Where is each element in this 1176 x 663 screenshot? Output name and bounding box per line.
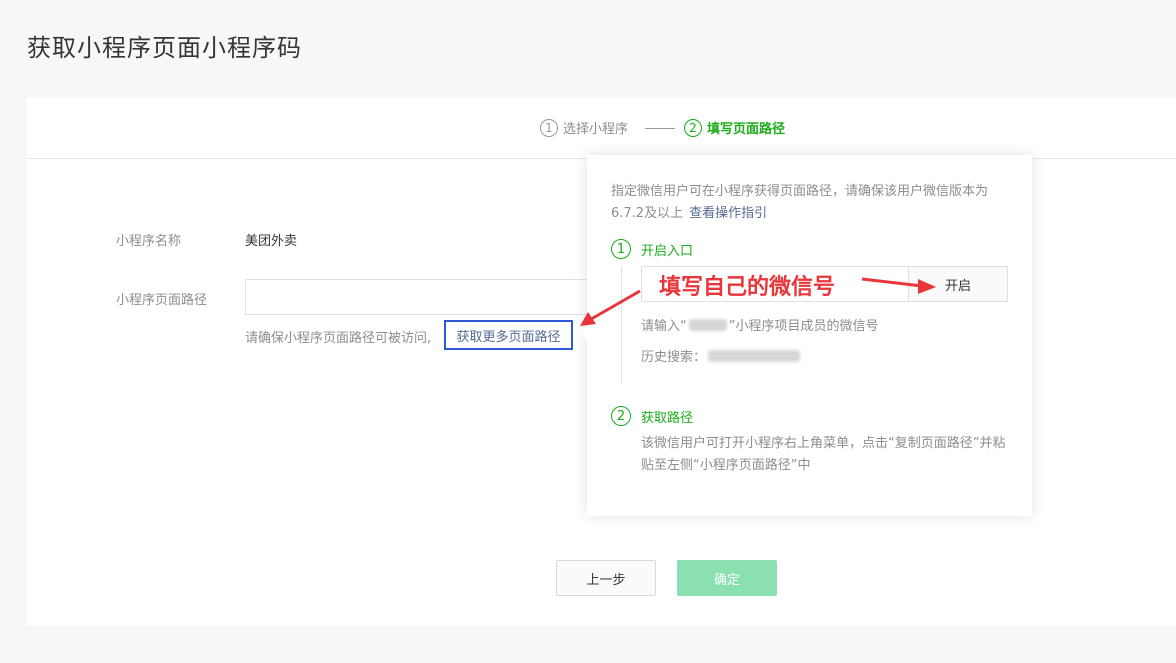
section-enable-entry: 1 开启入口 bbox=[611, 239, 693, 259]
page-path-input[interactable] bbox=[245, 279, 605, 315]
confirm-button[interactable]: 确定 bbox=[677, 560, 777, 596]
open-button[interactable]: 开启 bbox=[908, 266, 1008, 302]
step-select-miniprogram: 1 选择小程序 bbox=[540, 118, 628, 137]
step-label: 选择小程序 bbox=[563, 122, 629, 137]
get-path-description: 该微信用户可打开小程序右上角菜单，点击“复制页面路径”并粘贴至左侧“小程序页面路… bbox=[641, 436, 1006, 473]
step-fill-path: 2 填写页面路径 bbox=[684, 118, 785, 137]
section-title: 获取路径 bbox=[641, 410, 694, 426]
blurred-history-item[interactable] bbox=[708, 349, 801, 362]
prev-step-button[interactable]: 上一步 bbox=[556, 560, 656, 596]
section-title: 开启入口 bbox=[641, 243, 694, 259]
blurred-project-name bbox=[688, 318, 727, 331]
popover-desc-text: 指定微信用户可在小程序获得页面路径，请确保该用户微信版本为6.7.2及以上 bbox=[611, 184, 989, 221]
step-number: 1 bbox=[540, 118, 558, 137]
guide-link[interactable]: 查看操作指引 bbox=[689, 206, 767, 221]
section-connector bbox=[621, 266, 622, 384]
page-path-label: 小程序页面路径 bbox=[116, 293, 208, 308]
section-get-path: 2 获取路径 bbox=[611, 406, 693, 426]
stepper: 1 选择小程序 2 填写页面路径 bbox=[27, 98, 1176, 159]
hint-prefix: 请输入“ bbox=[641, 319, 687, 334]
popover-description: 指定微信用户可在小程序获得页面路径，请确保该用户微信版本为6.7.2及以上 查看操… bbox=[611, 181, 1011, 225]
section-number: 1 bbox=[611, 239, 631, 259]
miniprogram-name-value: 美团外卖 bbox=[245, 234, 298, 249]
section-number: 2 bbox=[611, 406, 631, 426]
more-paths-link[interactable]: 获取更多页面路径 bbox=[444, 320, 573, 350]
wechat-id-hint: 请输入“ ”小程序项目成员的微信号 bbox=[641, 315, 879, 334]
search-history: 历史搜索： bbox=[641, 346, 802, 365]
page-path-hint: 请确保小程序页面路径可被访问, bbox=[245, 331, 432, 346]
popover-arrow bbox=[579, 325, 587, 341]
hint-suffix: ”小程序项目成员的微信号 bbox=[728, 319, 879, 334]
page-title: 获取小程序页面小程序码 bbox=[27, 34, 302, 62]
step-connector bbox=[645, 128, 675, 129]
miniprogram-name-label: 小程序名称 bbox=[116, 234, 182, 249]
history-label: 历史搜索： bbox=[641, 350, 707, 365]
step-number: 2 bbox=[684, 118, 702, 137]
path-help-popover: 指定微信用户可在小程序获得页面路径，请确保该用户微信版本为6.7.2及以上 查看操… bbox=[579, 155, 1032, 516]
step-label: 填写页面路径 bbox=[707, 122, 786, 137]
annotation-label: 填写自己的微信号 bbox=[659, 275, 836, 300]
